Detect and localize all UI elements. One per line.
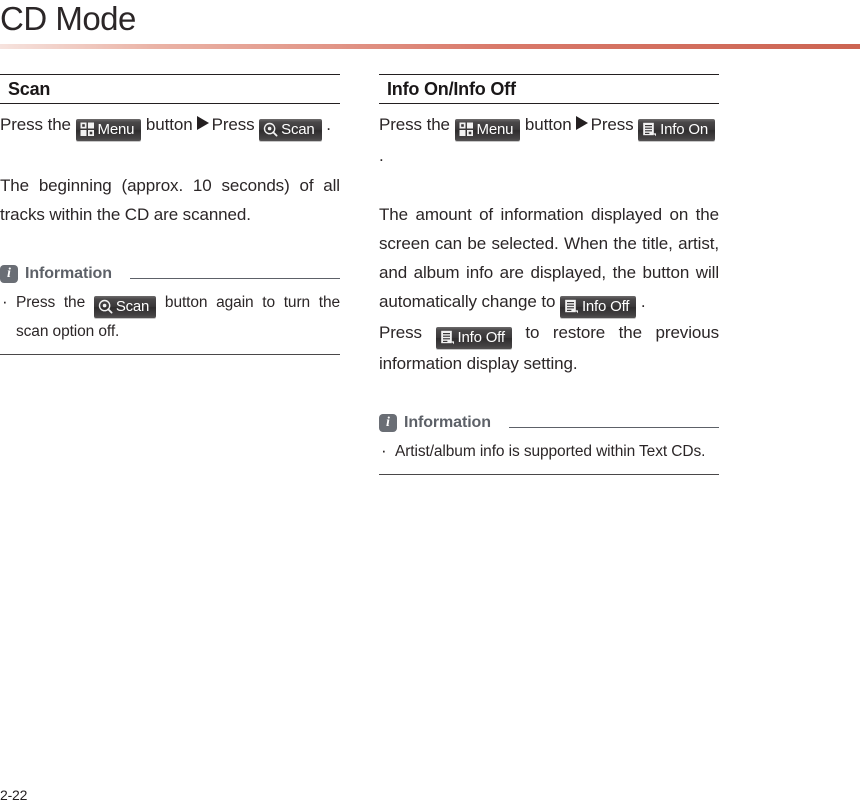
info-description-part2-after: to restore the previous information disp… <box>379 323 719 373</box>
information-title: Information <box>25 265 112 282</box>
menu-button-label: Menu <box>97 121 135 138</box>
information-rule <box>508 427 719 428</box>
document-lines-icon <box>642 122 657 137</box>
header-accent-rule <box>0 44 860 49</box>
document-lines-icon <box>564 299 579 314</box>
scan-step-lead: Press the <box>0 115 71 134</box>
information-bottom-rule <box>0 354 340 355</box>
info-description-part1: The amount of information displayed on t… <box>379 200 719 318</box>
play-triangle-icon <box>196 116 209 130</box>
info-step-period: . <box>379 146 384 165</box>
info-item-after: Artist/album info is supported within Te… <box>395 443 706 460</box>
info-badge-icon: i <box>379 414 397 432</box>
info-off-button-label: Info Off <box>581 298 630 315</box>
information-block-left: i Information Press the Scan button agai… <box>0 265 340 355</box>
information-rule <box>129 278 340 279</box>
right-column: Info On/Info Off Press the Menu button Pr… <box>379 74 719 475</box>
info-off-button-key[interactable]: Info Off <box>559 296 637 318</box>
magnifier-icon <box>98 299 113 314</box>
info-step-lead: Press the <box>379 115 450 134</box>
information-bottom-rule <box>379 474 719 475</box>
info-off-button-key-restore[interactable]: Info Off <box>435 327 512 349</box>
scan-button-key-inline[interactable]: Scan <box>93 296 157 318</box>
page-number: 2-22 <box>0 787 28 803</box>
play-triangle-icon <box>575 116 588 130</box>
scan-step-press: Press <box>211 115 255 134</box>
scan-button-label: Scan <box>115 298 150 315</box>
scan-button-label: Scan <box>281 121 315 138</box>
menu-button-label: Menu <box>476 121 514 138</box>
info-on-button-key[interactable]: Info On <box>638 119 715 141</box>
menu-button-key[interactable]: Menu <box>454 119 521 141</box>
scan-step-middle: button <box>145 115 193 134</box>
section-heading-scan-label: Scan <box>8 79 51 99</box>
information-list: Artist/album info is supported within Te… <box>379 437 719 466</box>
section-heading-info: Info On/Info Off <box>379 74 719 104</box>
list-item: Press the Scan button again to turn the … <box>0 288 340 346</box>
scan-button-key[interactable]: Scan <box>259 119 322 141</box>
document-lines-icon <box>440 330 455 345</box>
info-description-part2: Press Info Off to restore the previous i… <box>379 318 719 378</box>
info-item-before: Press the <box>16 294 86 311</box>
page-title: CD Mode <box>0 0 136 37</box>
information-list: Press the Scan button again to turn the … <box>0 288 340 346</box>
scan-step-period: . <box>326 115 331 134</box>
info-step-middle: button <box>524 115 572 134</box>
menu-button-key[interactable]: Menu <box>75 119 142 141</box>
grid-icon <box>459 122 474 137</box>
magnifier-icon <box>263 122 278 137</box>
info-step-press: Press <box>590 115 634 134</box>
information-header: i Information <box>379 414 719 432</box>
information-title: Information <box>404 414 491 431</box>
scan-steps-paragraph: Press the Menu button Press Scan . <box>0 110 340 141</box>
info-description-part2-before: Press <box>379 323 422 342</box>
info-off-button-label: Info Off <box>457 329 506 346</box>
info-description-text: The amount of information displayed on t… <box>379 205 719 311</box>
info-badge-icon: i <box>0 265 18 283</box>
left-column: Scan Press the Menu button Press Scan . T… <box>0 74 340 355</box>
list-item: Artist/album info is supported within Te… <box>379 437 719 466</box>
scan-description: The beginning (approx. 10 seconds) of al… <box>0 176 340 224</box>
section-heading-info-label: Info On/Info Off <box>387 79 516 99</box>
information-block-right: i Information Artist/album info is suppo… <box>379 414 719 475</box>
info-steps-paragraph: Press the Menu button Press Info On . <box>379 110 719 170</box>
info-description-period: . <box>640 292 646 311</box>
info-on-button-label: Info On <box>660 121 708 138</box>
section-heading-scan: Scan <box>0 74 340 104</box>
information-header: i Information <box>0 265 340 283</box>
grid-icon <box>80 122 95 137</box>
